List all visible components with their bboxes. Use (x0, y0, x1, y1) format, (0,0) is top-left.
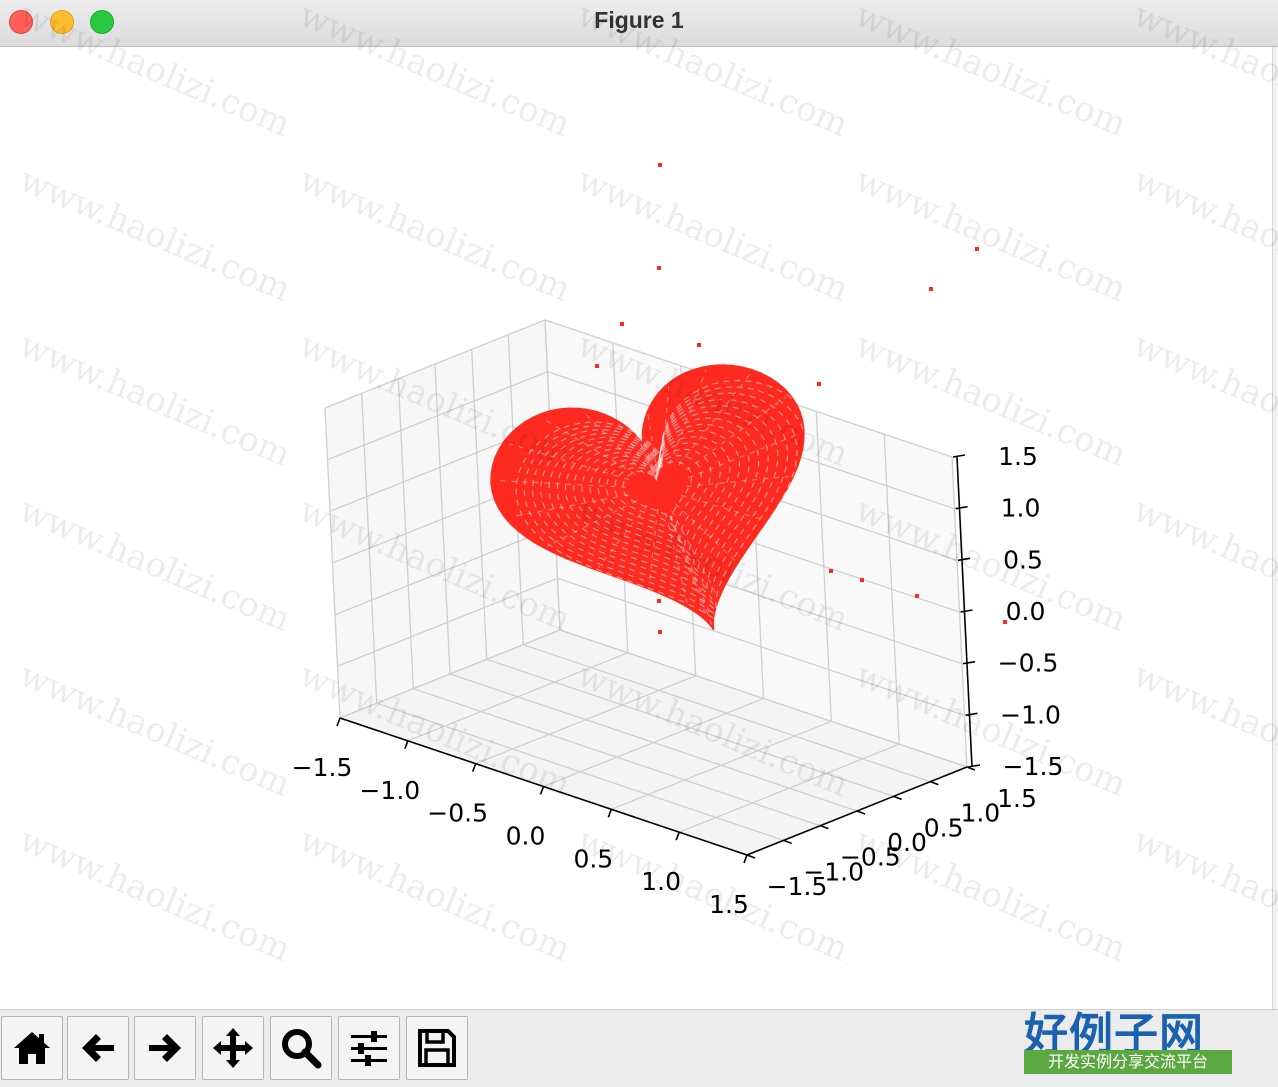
surface-point (697, 343, 701, 347)
forward-button[interactable] (134, 1016, 196, 1080)
sliders-icon (351, 1031, 387, 1066)
x-tick (539, 786, 545, 795)
surface-point (657, 266, 661, 270)
x-tick-label: 0.0 (506, 822, 546, 851)
floppy-icon (418, 1029, 456, 1067)
x-tick (743, 854, 748, 864)
z-tick (955, 505, 968, 510)
z-tick-label: −1.0 (1000, 700, 1061, 729)
surface-point (817, 382, 821, 386)
surface-point (929, 287, 933, 291)
x-tick (336, 717, 341, 727)
x-tick-label: −1.5 (292, 753, 353, 782)
window-right-edge (1272, 47, 1278, 1009)
y-tick (820, 824, 829, 830)
x-tick (404, 740, 409, 750)
x-tick-label: 0.5 (573, 844, 613, 873)
x-tick (607, 809, 613, 818)
figure-canvas[interactable]: −1.5 −1.5 −1.5 −1.0 −1.0 −1.0 −0.5 −0.5 −0.5 0.0 0… (0, 47, 1272, 1009)
z-tick-label: 0.0 (1006, 597, 1046, 626)
z-tick-label: −1.5 (1003, 752, 1064, 781)
y-tick (856, 810, 866, 815)
brand-logo: 好例子网 开发实例分享交流平台 (1022, 1000, 1234, 1076)
z-tick-label: 1.5 (998, 442, 1038, 471)
arrow-left-icon (82, 1034, 114, 1062)
surface-point (793, 404, 797, 408)
arrow-right-icon (149, 1034, 181, 1062)
surface-point (915, 594, 919, 598)
home-icon (14, 1032, 50, 1064)
z-tick (962, 660, 976, 665)
x-tick-label: −0.5 (427, 799, 488, 828)
y-tick (966, 766, 976, 771)
surface-point (860, 578, 864, 582)
z-tick (960, 609, 973, 613)
y-tick-label: 0.5 (924, 813, 964, 842)
z-tick (967, 764, 981, 768)
y-tick (930, 780, 939, 786)
configure-subplots-button[interactable] (338, 1016, 400, 1080)
pan-button[interactable] (202, 1016, 264, 1080)
y-tick-label: 1.5 (997, 784, 1037, 813)
z-tick-label: 0.5 (1003, 545, 1043, 574)
z-tick (952, 454, 966, 458)
x-tick-label: 1.0 (641, 867, 681, 896)
z-tick-label: 1.0 (1001, 494, 1041, 523)
y-tick (746, 854, 756, 859)
x-tick (471, 763, 477, 772)
z-tick (965, 712, 978, 717)
zoom-button[interactable] (270, 1016, 332, 1080)
surface-point (658, 630, 662, 634)
move-icon (213, 1028, 253, 1068)
surface-point (658, 163, 662, 167)
surface-point (975, 247, 979, 251)
window-title: Figure 1 (594, 7, 684, 33)
surface-point (595, 364, 599, 368)
x-tick-label: 1.5 (709, 890, 749, 919)
magnifier-icon (282, 1029, 322, 1069)
save-button[interactable] (406, 1016, 468, 1080)
y-tick (893, 795, 902, 801)
x-tick-label: −1.0 (359, 776, 420, 805)
z-tick (957, 557, 971, 562)
surface-point (657, 599, 661, 603)
surface-point (722, 398, 726, 402)
surface-point (829, 569, 833, 573)
z-tick-label: −0.5 (998, 649, 1059, 678)
y-tick-label: 0.0 (887, 828, 927, 857)
window-titlebar: Figure 1 (0, 0, 1278, 47)
back-button[interactable] (67, 1016, 129, 1080)
brand-slogan: 开发实例分享交流平台 (1024, 1050, 1232, 1074)
plot-3d[interactable]: −1.5−1.5−1.5−1.0−1.0−1.0−0.5−0.5−0.50.0 0… (0, 47, 1272, 1009)
surface-point (620, 322, 624, 326)
x-tick (675, 831, 680, 841)
y-tick (783, 839, 792, 845)
home-button[interactable] (1, 1016, 63, 1080)
y-tick-label: 1.0 (960, 799, 1000, 828)
